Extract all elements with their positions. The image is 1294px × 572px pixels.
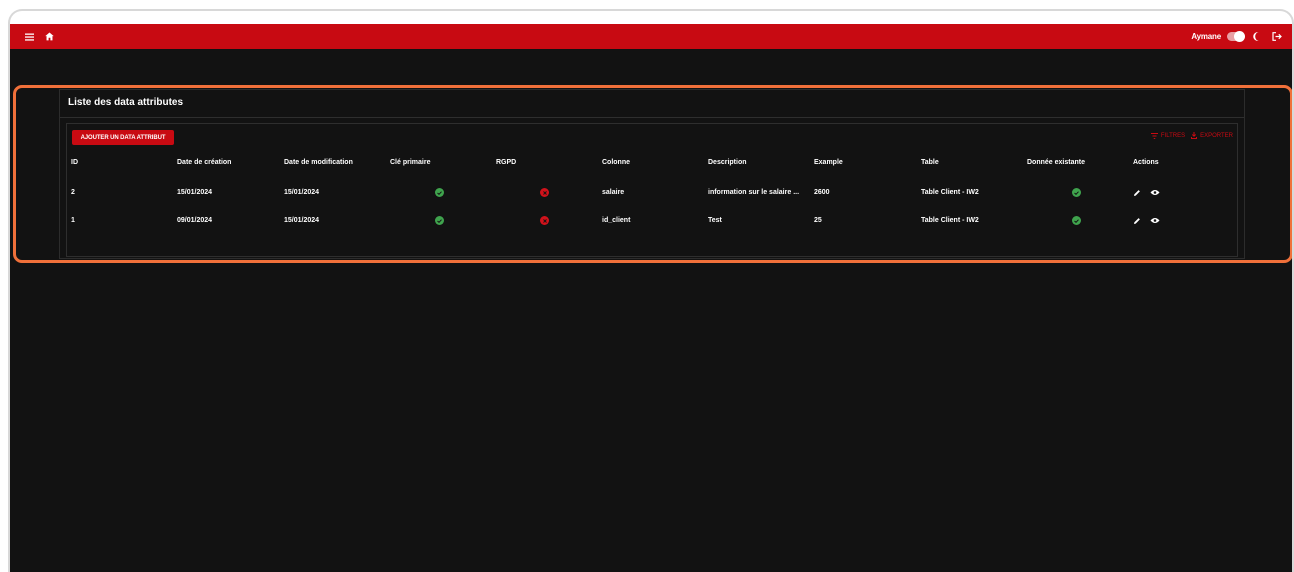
title-divider: [60, 117, 1244, 118]
table-tools: FILTRES EXPORTER: [1145, 132, 1233, 139]
cell-created: 15/01/2024: [177, 189, 213, 196]
app-screen: Aymane Liste des data attributes AJOUTER…: [10, 24, 1292, 572]
cell-example: 2600: [814, 189, 830, 196]
window-frame: Aymane Liste des data attributes AJOUTER…: [8, 9, 1294, 572]
toggle-knob: [1234, 31, 1245, 42]
filters-button[interactable]: FILTRES: [1150, 132, 1186, 139]
moon-icon[interactable]: [1250, 30, 1264, 44]
header-example[interactable]: Example: [814, 156, 914, 170]
logout-icon[interactable]: [1270, 30, 1284, 44]
menu-icon[interactable]: [22, 30, 36, 44]
cell-table: Table Client - IW2: [921, 217, 979, 224]
cell-description: information sur le salaire ...: [708, 189, 800, 196]
check-circle-icon: [1072, 216, 1081, 225]
top-bar: Aymane: [10, 24, 1292, 49]
cell-column: id_client: [602, 217, 631, 224]
header-column[interactable]: Colonne: [602, 156, 702, 170]
header-existing-data[interactable]: Donnée existante: [1027, 156, 1127, 170]
table-row[interactable]: 2 15/01/2024 15/01/2024 salaire informat…: [67, 186, 1237, 200]
page-title: Liste des data attributes: [68, 97, 184, 108]
header-created[interactable]: Date de création: [177, 156, 277, 170]
cancel-circle-icon: [540, 216, 549, 225]
header-table[interactable]: Table: [921, 156, 1021, 170]
check-circle-icon: [435, 216, 444, 225]
edit-icon[interactable]: [1133, 217, 1141, 225]
theme-toggle[interactable]: [1227, 31, 1245, 42]
header-description[interactable]: Description: [708, 156, 808, 170]
view-icon[interactable]: [1150, 189, 1160, 196]
check-circle-icon: [435, 188, 444, 197]
home-icon[interactable]: [42, 30, 56, 44]
cell-id: 2: [71, 189, 75, 196]
check-circle-icon: [1072, 188, 1081, 197]
view-icon[interactable]: [1150, 217, 1160, 224]
edit-icon[interactable]: [1133, 189, 1141, 197]
header-actions: Actions: [1133, 159, 1159, 166]
table-row[interactable]: 1 09/01/2024 15/01/2024 id_client Test 2…: [67, 214, 1237, 228]
cell-id: 1: [71, 217, 75, 224]
filter-icon: [1150, 132, 1158, 139]
cancel-circle-icon: [540, 188, 549, 197]
cell-description: Test: [708, 217, 722, 224]
table-header: ID Date de création Date de modification…: [67, 156, 1237, 170]
export-label: EXPORTER: [1200, 132, 1233, 139]
header-id[interactable]: ID: [71, 156, 171, 170]
cell-modified: 15/01/2024: [284, 189, 320, 196]
export-button[interactable]: EXPORTER: [1191, 132, 1233, 139]
cell-created: 09/01/2024: [177, 217, 213, 224]
header-modified[interactable]: Date de modification: [284, 156, 384, 170]
header-rgpd[interactable]: RGPD: [496, 156, 596, 170]
download-icon: [1191, 132, 1198, 139]
header-primary-key[interactable]: Clé primaire: [390, 156, 490, 170]
filters-label: FILTRES: [1160, 132, 1186, 139]
cell-modified: 15/01/2024: [284, 217, 320, 224]
data-table: AJOUTER UN DATA ATTRIBUT FILTRES EXPORTE…: [66, 123, 1238, 257]
username-label: Aymane: [1191, 32, 1221, 41]
add-data-attribute-button[interactable]: AJOUTER UN DATA ATTRIBUT: [72, 130, 174, 145]
cell-example: 25: [814, 217, 822, 224]
cell-column: salaire: [602, 189, 625, 196]
cell-table: Table Client - IW2: [921, 189, 979, 196]
data-attributes-card: Liste des data attributes AJOUTER UN DAT…: [59, 89, 1245, 259]
